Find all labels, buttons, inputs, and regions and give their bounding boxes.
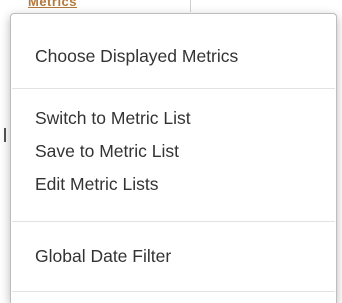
background-edge-fragment xyxy=(4,128,6,142)
menu-item-global-date-filter[interactable]: Global Date Filter xyxy=(35,246,171,267)
dropdown-menu: Choose Displayed Metrics Switch to Metri… xyxy=(10,13,337,303)
menu-separator xyxy=(12,221,335,222)
menu-item-edit-metric-lists[interactable]: Edit Metric Lists xyxy=(35,174,159,195)
menu-item-switch-to-metric-list[interactable]: Switch to Metric List xyxy=(35,108,191,129)
menu-item-choose-displayed-metrics[interactable]: Choose Displayed Metrics xyxy=(35,46,238,67)
menu-separator xyxy=(12,88,335,89)
background-link-fragment: Metrics xyxy=(28,0,78,8)
background-divider xyxy=(190,0,191,12)
menu-item-save-to-metric-list[interactable]: Save to Metric List xyxy=(35,141,179,162)
menu-separator xyxy=(12,291,335,292)
